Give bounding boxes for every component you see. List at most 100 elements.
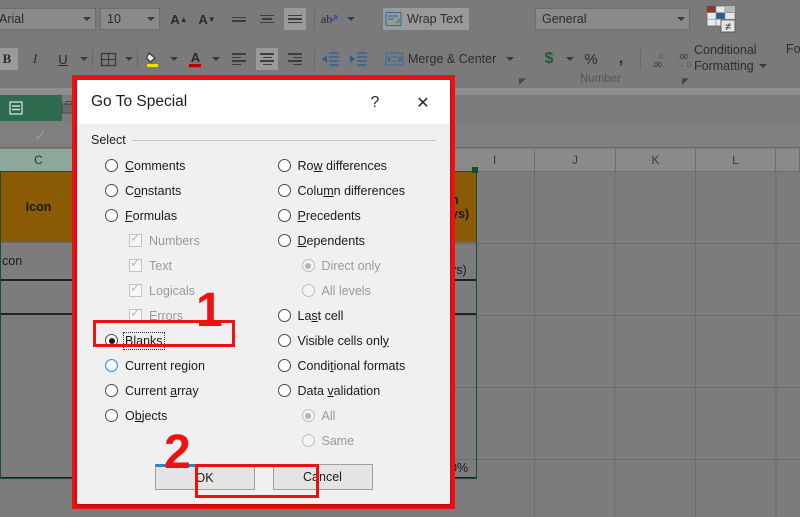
radio-icon[interactable] bbox=[105, 359, 118, 372]
radio-icon[interactable] bbox=[277, 159, 291, 172]
radio-icon[interactable] bbox=[277, 334, 291, 347]
chevron-down-icon[interactable] bbox=[506, 57, 515, 61]
confirm-entry-icon[interactable]: ✓ bbox=[34, 126, 47, 146]
radio-icon[interactable] bbox=[105, 159, 118, 172]
align-center-icon[interactable] bbox=[256, 48, 278, 70]
select-group-header: Select bbox=[91, 133, 436, 147]
column-header-J[interactable]: J bbox=[535, 149, 616, 171]
svg-text:ab: ab bbox=[321, 12, 332, 26]
radio-icon[interactable] bbox=[105, 334, 118, 347]
option-dependents[interactable]: Dependents bbox=[264, 228, 437, 253]
font-name-combo[interactable]: Arial bbox=[0, 8, 96, 30]
column-header-M[interactable] bbox=[776, 149, 800, 171]
option-current-array[interactable]: Current array bbox=[91, 378, 264, 403]
radio-icon[interactable] bbox=[277, 359, 291, 372]
shrink-font-icon[interactable]: A ▼ bbox=[196, 8, 218, 30]
option-data-validation[interactable]: Data validation bbox=[264, 378, 437, 403]
comma-style-icon[interactable]: , bbox=[610, 48, 632, 70]
radio-icon[interactable] bbox=[277, 309, 291, 322]
chevron-down-icon[interactable] bbox=[170, 57, 178, 61]
radio-icon[interactable] bbox=[105, 409, 118, 422]
font-size-combo[interactable]: 10 bbox=[100, 8, 160, 30]
option-label: All bbox=[321, 408, 336, 423]
radio-icon[interactable] bbox=[277, 384, 291, 397]
chevron-down-icon[interactable] bbox=[80, 57, 88, 61]
font-color-icon[interactable]: A bbox=[184, 48, 206, 70]
option-current-region[interactable]: Current region bbox=[91, 353, 264, 378]
chevron-down-icon[interactable] bbox=[125, 57, 133, 61]
chevron-down-icon[interactable] bbox=[566, 57, 574, 61]
accounting-format-icon[interactable]: $ bbox=[538, 48, 560, 70]
option-last-cell[interactable]: Last cell bbox=[264, 303, 437, 328]
option-row-differences[interactable]: Row differences bbox=[264, 153, 437, 178]
checkbox-icon bbox=[129, 281, 142, 297]
chevron-down-icon[interactable] bbox=[347, 17, 355, 21]
decrease-indent-icon[interactable] bbox=[319, 48, 341, 70]
table-cell-icon-header[interactable]: Icon bbox=[0, 171, 78, 243]
options-columns: Comments Constants Formulas Numbers Text Logi… bbox=[91, 153, 436, 453]
option-blanks[interactable]: Blanks bbox=[91, 328, 264, 353]
number-dialog-launcher-icon[interactable]: ◤ bbox=[682, 76, 689, 87]
italic-button[interactable]: I bbox=[24, 48, 46, 70]
column-header-I[interactable]: I bbox=[455, 149, 535, 171]
conditional-formatting-label[interactable]: Conditional Formatting bbox=[694, 42, 767, 74]
table-cell-icon-row[interactable]: con bbox=[0, 243, 78, 281]
number-format-combo[interactable]: General bbox=[535, 8, 690, 30]
option-comments[interactable]: Comments bbox=[91, 153, 264, 178]
format-as-table-label[interactable]: Fo bbox=[786, 42, 800, 56]
selection-handle[interactable] bbox=[472, 167, 478, 173]
align-right-icon[interactable] bbox=[284, 48, 306, 70]
align-middle-icon[interactable] bbox=[256, 8, 278, 30]
bold-button[interactable]: B bbox=[0, 48, 18, 70]
checkbox-icon bbox=[129, 306, 142, 322]
radio-icon[interactable] bbox=[105, 184, 118, 197]
column-header-K[interactable]: K bbox=[616, 149, 696, 171]
chevron-down-icon[interactable] bbox=[212, 57, 220, 61]
paint-bucket-glyph bbox=[145, 52, 158, 67]
help-icon[interactable]: ? bbox=[362, 90, 388, 116]
column-header-C[interactable]: C bbox=[0, 149, 78, 171]
radio-icon[interactable] bbox=[277, 234, 291, 247]
borders-icon[interactable] bbox=[97, 48, 119, 70]
close-icon[interactable]: ✕ bbox=[406, 90, 440, 116]
align-middle-glyph bbox=[260, 14, 274, 24]
radio-icon[interactable] bbox=[277, 184, 291, 197]
font-size-value: 10 bbox=[107, 12, 121, 26]
align-bottom-icon[interactable] bbox=[284, 8, 306, 30]
font-dialog-launcher-icon[interactable]: ◤ bbox=[519, 76, 526, 87]
option-label: Precedents bbox=[297, 208, 361, 223]
align-top-icon[interactable] bbox=[228, 8, 250, 30]
merge-center-button[interactable]: Merge & Center bbox=[383, 48, 498, 70]
chevron-down-icon bbox=[147, 17, 155, 21]
option-formulas[interactable]: Formulas bbox=[91, 203, 264, 228]
underline-button[interactable]: U bbox=[52, 48, 74, 70]
orientation-glyph: ab bbox=[321, 12, 338, 26]
percent-style-icon[interactable]: % bbox=[580, 48, 602, 70]
table-cell-blank-2[interactable] bbox=[0, 315, 78, 445]
grid-lines bbox=[455, 171, 800, 517]
column-header-L[interactable]: L bbox=[696, 149, 776, 171]
fill-color-icon[interactable] bbox=[142, 48, 164, 70]
decrease-decimal-icon[interactable]: .00 →.0 bbox=[673, 48, 695, 70]
wrap-text-button[interactable]: Wrap Text bbox=[383, 8, 469, 30]
radio-icon[interactable] bbox=[277, 209, 291, 222]
radio-icon[interactable] bbox=[105, 384, 118, 397]
cancel-button[interactable]: Cancel bbox=[272, 464, 373, 490]
table-cell-blank-1[interactable] bbox=[0, 281, 78, 315]
option-visible-cells-only[interactable]: Visible cells only bbox=[264, 328, 437, 353]
option-constants[interactable]: Constants bbox=[91, 178, 264, 203]
increase-decimal-icon[interactable]: ←0 .00 bbox=[647, 48, 669, 70]
increase-indent-icon[interactable] bbox=[347, 48, 369, 70]
radio-icon[interactable] bbox=[105, 209, 118, 222]
orientation-icon[interactable]: ab bbox=[319, 8, 341, 30]
table-cell-blank-3[interactable] bbox=[0, 445, 78, 479]
grow-font-icon[interactable]: A ▲ bbox=[168, 8, 190, 30]
empty-grid-region[interactable] bbox=[455, 171, 800, 517]
option-label: Direct only bbox=[321, 258, 381, 273]
option-precedents[interactable]: Precedents bbox=[264, 203, 437, 228]
conditional-formatting-icon[interactable]: ≠ bbox=[703, 4, 739, 34]
align-left-icon[interactable] bbox=[228, 48, 250, 70]
option-column-differences[interactable]: Column differences bbox=[264, 178, 437, 203]
option-conditional-formats[interactable]: Conditional formats bbox=[264, 353, 437, 378]
radio-icon bbox=[301, 259, 315, 272]
